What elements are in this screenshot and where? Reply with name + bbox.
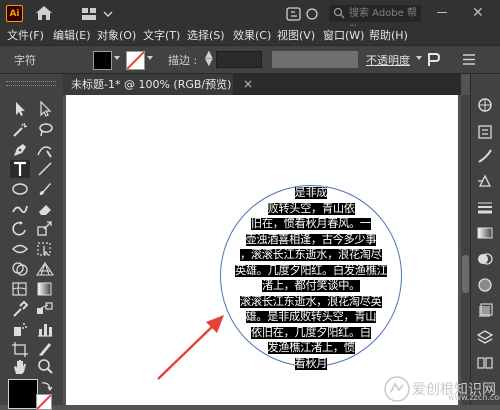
workspace-layout-icon[interactable]: [82, 8, 114, 20]
watermark-url: www.zzcn.com: [448, 393, 500, 402]
panel-grip[interactable]: [6, 81, 56, 86]
curvature-tool-icon[interactable]: [35, 141, 55, 159]
layers-icon[interactable]: [475, 328, 495, 346]
control-bar: 字符 描边 : ▲ ▼ 不透明度: [0, 45, 500, 74]
perspective-grid-tool-icon[interactable]: [35, 260, 55, 278]
symbol-sprayer-tool-icon[interactable]: [10, 320, 30, 338]
menu-help[interactable]: 帮助(H): [369, 26, 408, 45]
rotate-tool-icon[interactable]: [10, 220, 30, 238]
chevron-down-icon[interactable]: [147, 56, 153, 60]
watermark: 爱创根知识网 www.zzcn.com: [384, 374, 500, 405]
scrollbar-thumb[interactable]: [462, 255, 469, 293]
chevron-down-icon[interactable]: [416, 56, 422, 60]
zoom-tool-icon[interactable]: [35, 358, 55, 376]
scale-tool-icon[interactable]: [35, 220, 55, 238]
no-stroke-icon: [127, 52, 144, 69]
document-title: 未标题-1* @ 100% (RGB/预览): [71, 78, 232, 91]
no-stroke-icon: [37, 395, 51, 409]
stroke-panel-icon[interactable]: [475, 198, 495, 216]
shaper-tool-icon[interactable]: [10, 200, 30, 218]
menu-window[interactable]: 窗口(W): [323, 26, 364, 45]
stroke-color-swatch[interactable]: [126, 51, 145, 70]
mesh-tool-icon[interactable]: [10, 280, 30, 298]
artboard-tool-icon[interactable]: [10, 340, 30, 358]
document-tab-bar: 未标题-1* @ 100% (RGB/预览) ×: [63, 74, 461, 95]
eraser-tool-icon[interactable]: [35, 200, 55, 218]
gradient-panel-icon[interactable]: [475, 224, 495, 242]
ellipse-tool-icon[interactable]: [10, 180, 30, 198]
fill-color-swatch[interactable]: [93, 51, 112, 70]
variable-width-profile[interactable]: [272, 51, 358, 68]
direct-selection-tool-icon[interactable]: [35, 100, 55, 118]
home-icon[interactable]: [35, 5, 53, 21]
paintbrush-tool-icon[interactable]: [35, 180, 55, 198]
help-search-input[interactable]: 搜索 Adobe 帮助: [329, 5, 421, 36]
magic-wand-tool-icon[interactable]: [10, 121, 30, 139]
text-align-icon[interactable]: [425, 50, 443, 69]
panel-menu-icon[interactable]: [460, 50, 478, 69]
width-tool-icon[interactable]: [10, 240, 30, 258]
search-icon: [333, 7, 345, 19]
stroke-label: 描边 :: [168, 54, 198, 67]
close-icon[interactable]: ✕: [472, 5, 484, 21]
transparency-icon[interactable]: [475, 250, 495, 268]
symbols-icon[interactable]: [475, 172, 495, 190]
artboard[interactable]: 是非成 败转头空，青山依 旧在，惯看秋月春风。一 壶浊酒喜相逢，古今多少事 ，滚滚长江东…: [66, 95, 458, 405]
column-graph-tool-icon[interactable]: [35, 320, 55, 338]
stroke-weight-field[interactable]: [216, 51, 262, 68]
vertical-scrollbar[interactable]: [461, 95, 470, 405]
menu-type[interactable]: 文字(T): [143, 26, 180, 45]
menu-effect[interactable]: 效果(C): [233, 26, 271, 45]
appearance-icon[interactable]: [475, 276, 495, 294]
free-transform-tool-icon[interactable]: [35, 240, 55, 258]
menu-view[interactable]: 视图(V): [277, 26, 315, 45]
stock-icon[interactable]: [286, 6, 322, 22]
canvas-area[interactable]: 是非成 败转头空，青山依 旧在，惯看秋月春风。一 壶浊酒喜相逢，古今多少事 ，滚滚长江东…: [63, 95, 461, 405]
menu-object[interactable]: 对象(O): [97, 26, 136, 45]
title-bar: Ai 搜索 Adobe 帮助 ✕: [0, 0, 500, 36]
stroke-stepper[interactable]: ▲ ▼: [205, 50, 213, 68]
brushes-icon[interactable]: [475, 147, 495, 165]
blend-tool-icon[interactable]: [35, 300, 55, 318]
menu-bar: 文件(F) 编辑(E) 对象(O) 文字(T) 选择(S) 效果(C) 视图(V…: [0, 26, 500, 45]
color-guide-icon[interactable]: [475, 96, 495, 114]
type-tool-icon[interactable]: [10, 160, 30, 178]
line-segment-tool-icon[interactable]: [35, 160, 55, 178]
chevron-down-icon[interactable]: [114, 56, 120, 60]
hand-tool-icon[interactable]: [10, 358, 30, 376]
selection-tool-icon[interactable]: [10, 100, 30, 118]
shape-builder-tool-icon[interactable]: [10, 260, 30, 278]
menu-select[interactable]: 选择(S): [187, 26, 225, 45]
minimize-icon[interactable]: [437, 12, 447, 13]
gradient-tool-icon[interactable]: [35, 280, 55, 298]
app-logo: Ai: [6, 5, 23, 22]
swap-colors-icon[interactable]: [40, 380, 54, 392]
slice-tool-icon[interactable]: [35, 340, 55, 358]
stroke-color-box[interactable]: [36, 394, 52, 410]
watermark-logo-icon: [384, 376, 410, 402]
artboards-panel-icon[interactable]: [475, 354, 495, 372]
annotation-arrow: [157, 315, 224, 380]
graphic-styles-icon[interactable]: [475, 302, 495, 320]
character-panel-label[interactable]: 字符: [14, 52, 36, 68]
menu-file[interactable]: 文件(F): [7, 26, 44, 45]
properties-icon[interactable]: [475, 123, 495, 141]
tab-document[interactable]: 未标题-1* @ 100% (RGB/预览): [63, 74, 233, 95]
pen-tool-icon[interactable]: [10, 141, 30, 159]
lasso-tool-icon[interactable]: [35, 121, 55, 139]
menu-edit[interactable]: 编辑(E): [53, 26, 91, 45]
opacity-label[interactable]: 不透明度: [366, 52, 410, 68]
close-icon[interactable]: ×: [243, 74, 253, 95]
eyedropper-tool-icon[interactable]: [10, 300, 30, 318]
